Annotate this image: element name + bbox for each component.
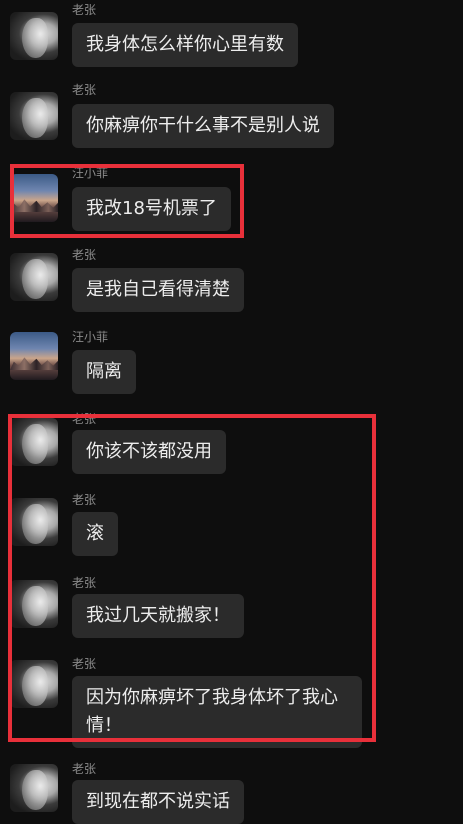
sender-name: 老张 xyxy=(72,762,97,776)
avatar[interactable] xyxy=(10,92,58,140)
avatar[interactable] xyxy=(10,580,58,628)
sender-name: 老张 xyxy=(72,576,97,590)
message-bubble[interactable]: 你该不该都没用 xyxy=(72,430,226,474)
sender-name: 老张 xyxy=(72,412,97,426)
message-bubble[interactable]: 我改18号机票了 xyxy=(72,187,231,231)
sender-name: 老张 xyxy=(72,248,97,262)
sender-name: 老张 xyxy=(72,657,97,671)
avatar[interactable] xyxy=(10,498,58,546)
message-bubble[interactable]: 因为你麻痹坏了我身体坏了我心情！ xyxy=(72,676,362,748)
message-bubble[interactable]: 我过几天就搬家！ xyxy=(72,594,244,638)
avatar[interactable] xyxy=(10,332,58,380)
chat-window: 老张 我身体怎么样你心里有数 老张 你麻痹你干什么事不是别人说 汪小菲 我改18… xyxy=(0,0,463,824)
avatar[interactable] xyxy=(10,764,58,812)
sender-name: 汪小菲 xyxy=(72,330,109,344)
message-bubble[interactable]: 隔离 xyxy=(72,350,136,394)
message-bubble[interactable]: 我身体怎么样你心里有数 xyxy=(72,23,298,67)
message-bubble[interactable]: 到现在都不说实话 xyxy=(72,780,244,824)
sender-name: 老张 xyxy=(72,3,97,17)
avatar[interactable] xyxy=(10,174,58,222)
avatar[interactable] xyxy=(10,660,58,708)
sender-name: 汪小菲 xyxy=(72,166,109,180)
avatar[interactable] xyxy=(10,12,58,60)
message-bubble[interactable]: 滚 xyxy=(72,512,118,556)
message-bubble[interactable]: 是我自己看得清楚 xyxy=(72,268,244,312)
avatar[interactable] xyxy=(10,418,58,466)
message-bubble[interactable]: 你麻痹你干什么事不是别人说 xyxy=(72,104,334,148)
avatar[interactable] xyxy=(10,253,58,301)
sender-name: 老张 xyxy=(72,83,97,97)
sender-name: 老张 xyxy=(72,493,97,507)
